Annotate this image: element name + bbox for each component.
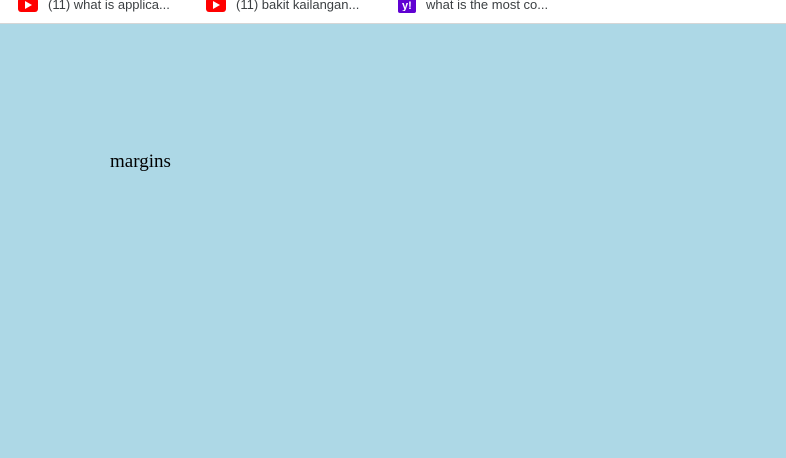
bookmark-item-3[interactable]: y! what is the most co... [398, 0, 548, 16]
youtube-icon [206, 0, 226, 12]
bookmarks-bar: (11) what is applica... (11) bakit kaila… [0, 0, 786, 24]
yahoo-icon: y! [398, 0, 416, 13]
margins-text: margins [110, 151, 171, 172]
bookmark-label: (11) bakit kailangan... [236, 0, 360, 12]
page-content: margins [0, 24, 786, 458]
youtube-icon [18, 0, 38, 12]
bookmark-item-1[interactable]: (11) what is applica... [18, 0, 170, 16]
bookmark-item-2[interactable]: (11) bakit kailangan... [206, 0, 359, 16]
bookmark-label: (11) what is applica... [48, 0, 170, 12]
bookmark-label: what is the most co... [426, 0, 549, 12]
svg-text:y!: y! [402, 0, 412, 11]
